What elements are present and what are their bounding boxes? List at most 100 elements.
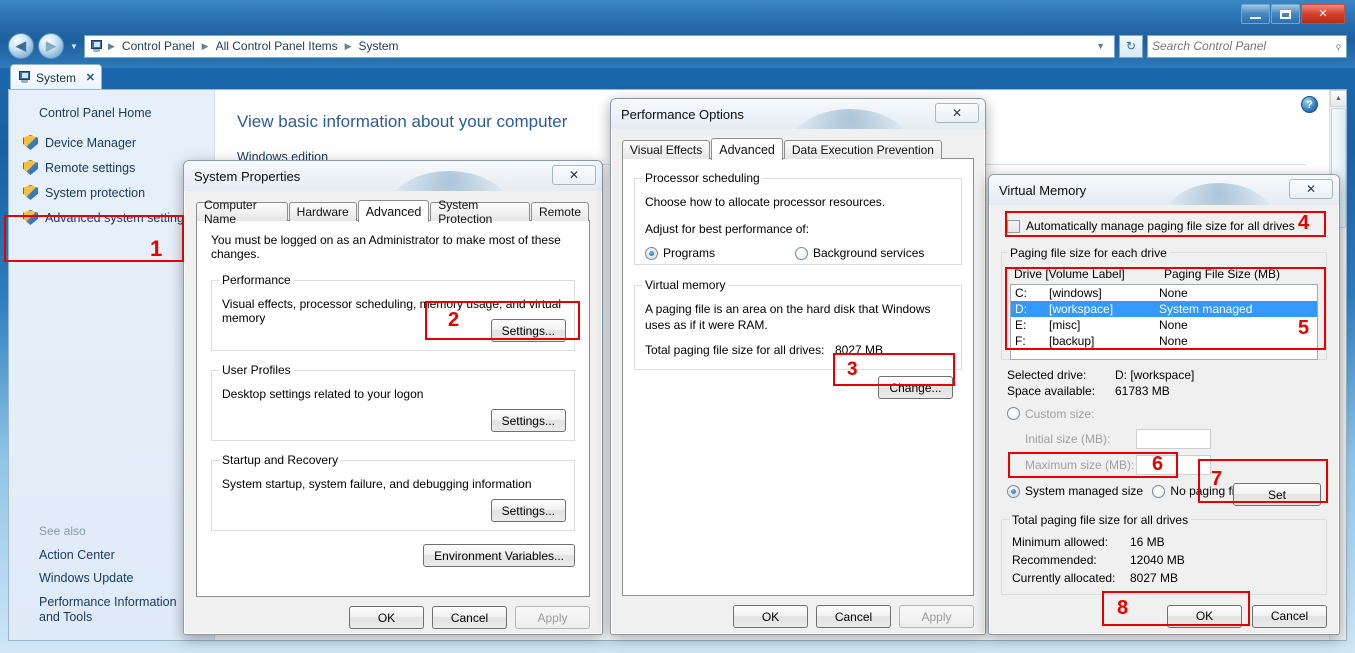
search-box[interactable]: ⌕ [1147, 34, 1347, 58]
tab-visual-effects[interactable]: Visual Effects [622, 140, 711, 159]
radio-background-services[interactable]: Background services [795, 246, 924, 260]
set-button[interactable]: Set [1233, 483, 1321, 506]
column-header-paging-size: Paging File Size (MB) [1164, 266, 1281, 281]
user-profiles-settings-button[interactable]: Settings... [490, 409, 566, 432]
sidebar-item-device-manager[interactable]: Device Manager [9, 130, 214, 155]
table-row[interactable]: F: [backup] None [1011, 333, 1317, 349]
history-dropdown-button[interactable]: ▼ [68, 42, 80, 51]
search-input[interactable] [1152, 39, 1336, 53]
shield-icon [23, 210, 38, 225]
tab-label: System Protection [438, 198, 493, 226]
tab-remote[interactable]: Remote [530, 202, 589, 221]
scroll-up-button[interactable]: ▲ [1330, 90, 1346, 107]
breadcrumb-separator: ▶ [108, 40, 115, 51]
performance-settings-button[interactable]: Settings... [490, 319, 566, 342]
minimize-button[interactable] [1241, 4, 1270, 24]
see-also-performance-information-and-tools[interactable]: Performance Information and Tools [39, 591, 200, 630]
cell-drive: C: [1015, 285, 1027, 300]
currently-allocated-row: Currently allocated: 8027 MB [1012, 571, 1316, 585]
cell-volume: [misc] [1049, 317, 1081, 332]
cell-drive: F: [1015, 333, 1026, 348]
cancel-button[interactable]: Cancel [432, 606, 507, 629]
tab-close-icon[interactable]: ✕ [86, 71, 95, 84]
initial-size-label: Initial size (MB): [1025, 432, 1111, 446]
close-button[interactable]: ✕ [935, 103, 979, 123]
tab-system[interactable]: System ✕ [10, 64, 102, 90]
tab-hardware[interactable]: Hardware [288, 202, 357, 221]
virtual-memory-dialog: Virtual Memory ✕ Automatically manage pa… [988, 174, 1340, 635]
see-also-windows-update[interactable]: Windows Update [39, 567, 200, 591]
tab-label: Advanced [365, 204, 422, 219]
checkbox-indicator [1007, 219, 1020, 233]
change-button[interactable]: Change... [878, 376, 953, 399]
initial-size-row: Initial size (MB): [1025, 429, 1327, 449]
breadcrumb-separator: ▶ [344, 40, 352, 51]
table-row[interactable]: D: [workspace] System managed [1011, 300, 1317, 317]
refresh-button[interactable]: ↻ [1119, 34, 1143, 58]
startup-recovery-settings-button[interactable]: Settings... [490, 499, 566, 522]
radio-label: Programs [663, 246, 716, 260]
cell-paging-size: None [1159, 333, 1188, 348]
initial-size-input[interactable] [1136, 429, 1211, 449]
close-button[interactable]: ✕ [552, 165, 596, 185]
total-paging-group: Total paging file size for all drives Mi… [1001, 512, 1327, 595]
tab-label: Computer Name [204, 198, 257, 226]
tab-system-protection[interactable]: System Protection [430, 198, 530, 226]
annotation-number-2: 2 [448, 309, 460, 331]
tab-computer-name[interactable]: Computer Name [196, 198, 288, 226]
system-properties-dialog: System Properties ✕ Computer Name Hardwa… [183, 160, 603, 635]
performance-options-advanced-panel: Processor scheduling Choose how to alloc… [622, 158, 974, 596]
cancel-button[interactable]: Cancel [1252, 604, 1327, 628]
radio-custom-size[interactable]: Custom size: [1007, 407, 1094, 421]
radio-indicator [645, 246, 658, 260]
selected-drive-value: D: [workspace] [1115, 367, 1195, 382]
computer-icon [17, 71, 32, 84]
maximize-button[interactable] [1271, 4, 1300, 24]
tab-data-execution-prevention[interactable]: Data Execution Prevention [783, 140, 942, 159]
tab-advanced[interactable]: Advanced [357, 200, 430, 222]
ok-button[interactable]: OK [1167, 604, 1242, 628]
auto-manage-paging-checkbox[interactable]: Automatically manage paging file size fo… [1007, 219, 1295, 233]
selected-drive-row: Selected drive: D: [workspace] [1001, 368, 1327, 382]
virtual-memory-legend: Virtual memory [645, 278, 726, 292]
forward-button[interactable]: ▶ [38, 33, 64, 59]
sidebar-item-label: Device Manager [45, 135, 137, 150]
space-available-row: Space available: 61783 MB [1001, 384, 1327, 398]
environment-variables-button[interactable]: Environment Variables... [423, 544, 575, 567]
maximum-size-row: Maximum size (MB): [1025, 455, 1327, 475]
radio-no-paging-file[interactable]: No paging file [1152, 484, 1244, 498]
breadcrumb[interactable]: ▶ Control Panel ▶ All Control Panel Item… [84, 34, 1115, 58]
ok-button[interactable]: OK [349, 606, 424, 629]
cancel-button[interactable]: Cancel [816, 605, 891, 628]
see-also-action-center[interactable]: Action Center [39, 544, 200, 568]
radio-system-managed-size[interactable]: System managed size [1007, 484, 1143, 498]
drive-list[interactable]: C: [windows] None D: [workspace] System … [1010, 283, 1318, 360]
minimum-allowed-label: Minimum allowed: [1012, 534, 1109, 549]
breadcrumb-item-system[interactable]: System [356, 38, 402, 54]
refresh-icon: ↻ [1125, 39, 1137, 53]
tab-label: Data Execution Prevention [791, 143, 934, 157]
breadcrumb-item-control-panel[interactable]: Control Panel [119, 38, 198, 54]
ok-button[interactable]: OK [733, 605, 808, 628]
back-button[interactable]: ◀ [8, 33, 34, 59]
close-button[interactable]: ✕ [1301, 4, 1345, 24]
radio-programs[interactable]: Programs [645, 246, 795, 260]
tab-advanced[interactable]: Advanced [711, 138, 783, 160]
user-profiles-description: Desktop settings related to your logon [222, 387, 424, 401]
system-properties-footer: OK Cancel Apply [196, 606, 590, 629]
startup-recovery-group: Startup and Recovery System startup, sys… [211, 453, 575, 531]
breadcrumb-item-all-items[interactable]: All Control Panel Items [213, 38, 341, 54]
sidebar-item-control-panel-home[interactable]: Control Panel Home [9, 102, 214, 130]
close-button[interactable]: ✕ [1289, 179, 1333, 199]
chevron-down-icon[interactable]: ▼ [1091, 41, 1110, 51]
processor-scheduling-prompt: Adjust for best performance of: [645, 222, 810, 236]
maximum-size-input[interactable] [1136, 455, 1211, 475]
maximum-size-label: Maximum size (MB): [1025, 458, 1135, 472]
total-paging-label: Total paging file size for all drives: [645, 342, 825, 357]
total-paging-value: 8027 MB [835, 342, 884, 357]
paging-drives-legend: Paging file size for each drive [1010, 245, 1167, 260]
table-row[interactable]: C: [windows] None [1011, 285, 1317, 301]
help-icon[interactable]: ? [1301, 96, 1318, 113]
forward-arrow-icon: ▶ [46, 38, 56, 53]
table-row[interactable]: E: [misc] None [1011, 317, 1317, 333]
